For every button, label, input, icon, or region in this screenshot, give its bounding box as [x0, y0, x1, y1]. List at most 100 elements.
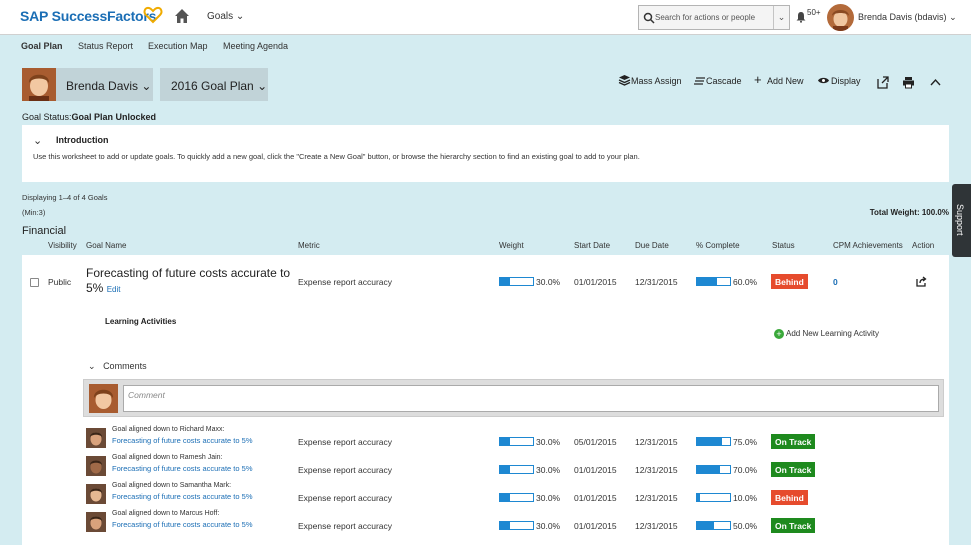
add-circle-icon: +	[774, 329, 784, 339]
subgoal-weight-fill	[500, 522, 510, 529]
goal-start-date: 01/01/2015	[574, 277, 617, 287]
search-input[interactable]	[655, 7, 773, 28]
cascade-button[interactable]: Cascade	[706, 76, 742, 86]
add-learning-activity-button[interactable]: + Add New Learning Activity	[774, 329, 879, 339]
subgoal-due-date: 12/31/2015	[635, 493, 678, 503]
status-badge: On Track	[771, 518, 816, 533]
plus-icon: +	[754, 72, 762, 87]
subgoal-complete-fill	[697, 494, 701, 501]
mass-assign-button[interactable]: Mass Assign	[631, 76, 682, 86]
subgoal-weight: 30.0%	[536, 493, 561, 503]
chevron-down-icon: ⌄	[949, 12, 957, 22]
aligned-goal-link[interactable]: Forecasting of future costs accurate to …	[112, 464, 253, 473]
tab-bar: Goal Plan Status Report Execution Map Me…	[0, 35, 971, 57]
comments-toggle[interactable]: ⌄ Comments	[88, 361, 147, 372]
cascade-icon	[694, 77, 705, 85]
user-avatar[interactable]	[827, 4, 854, 31]
subgoal-weight-bar	[499, 465, 534, 474]
introduction-title[interactable]: Introduction	[56, 135, 109, 145]
aligned-to-text: Goal aligned down to Richard Maxx:	[112, 426, 225, 433]
search-icon	[643, 12, 655, 24]
search-box[interactable]: ⌄	[638, 5, 790, 30]
edit-goal-link[interactable]: Edit	[107, 285, 121, 294]
subgoal-weight-fill	[500, 466, 510, 473]
column-due-date: Due Date	[635, 241, 669, 250]
display-button[interactable]: Display	[831, 76, 861, 86]
user-name-label: Brenda Davis (bdavis)	[858, 12, 947, 22]
sap-successfactors-logo[interactable]: SAP SuccessFactors	[20, 8, 156, 24]
goal-visibility: Public	[48, 277, 72, 287]
home-icon[interactable]	[174, 8, 190, 24]
column-start-date: Start Date	[574, 241, 611, 250]
print-icon[interactable]	[902, 76, 915, 89]
add-new-button[interactable]: Add New	[767, 76, 804, 86]
chevron-down-icon: ⌄	[88, 361, 96, 371]
introduction-panel: ⌄ Introduction Use this worksheet to add…	[22, 125, 949, 182]
plan-selector[interactable]: 2016 Goal Plan ⌄	[160, 68, 268, 101]
tab-meeting-agenda[interactable]: Meeting Agenda	[223, 41, 288, 51]
goals-menu[interactable]: Goals ⌄	[207, 11, 244, 22]
user-menu[interactable]: Brenda Davis (bdavis) ⌄	[858, 12, 957, 23]
introduction-text: Use this worksheet to add or update goal…	[33, 152, 640, 161]
learning-activities-title: Learning Activities	[105, 317, 177, 326]
column-cpm-achievements: CPM Achievements	[833, 241, 903, 250]
goal-metric: Expense report accuracy	[298, 277, 393, 287]
subgoal-complete-fill	[697, 522, 714, 529]
commenter-avatar	[89, 384, 118, 413]
comment-input[interactable]	[123, 385, 939, 412]
goal-select-checkbox[interactable]	[30, 278, 39, 287]
aligned-goal-link[interactable]: Forecasting of future costs accurate to …	[112, 492, 253, 501]
person-selector[interactable]: Brenda Davis ⌄	[22, 68, 153, 101]
top-header: SAP SuccessFactors Goals ⌄ ⌄ 50+ Brenda …	[0, 0, 971, 35]
goal-status: Goal Status:Goal Plan Unlocked	[22, 112, 156, 122]
subgoal-percent-complete: 70.0%	[733, 465, 758, 475]
chevron-down-icon: ⌄	[235, 11, 245, 22]
subgoal-start-date: 01/01/2015	[574, 465, 617, 475]
goal-due-date: 12/31/2015	[635, 277, 678, 287]
subgoal-complete-fill	[697, 466, 721, 473]
subgoal-percent-complete: 50.0%	[733, 521, 758, 531]
aligned-goal-link[interactable]: Forecasting of future costs accurate to …	[112, 520, 253, 529]
tab-status-report[interactable]: Status Report	[78, 41, 133, 51]
export-icon[interactable]	[876, 76, 889, 89]
subgoal-weight-bar	[499, 493, 534, 502]
assignee-avatar	[86, 484, 106, 504]
subgoal-percent-complete: 75.0%	[733, 437, 758, 447]
subgoal-complete-bar	[696, 493, 731, 502]
goal-status-label: Goal Status:	[22, 112, 72, 122]
bell-icon[interactable]	[795, 11, 807, 23]
goal-weight: 30.0%	[536, 277, 561, 287]
subgoal-weight-bar	[499, 521, 534, 530]
eye-icon	[818, 77, 829, 84]
search-dropdown-button[interactable]: ⌄	[773, 6, 789, 29]
subgoal-due-date: 12/31/2015	[635, 465, 678, 475]
share-icon[interactable]	[916, 276, 927, 287]
subgoal-percent-complete: 10.0%	[733, 493, 758, 503]
subgoal-weight-bar	[499, 437, 534, 446]
chevron-down-icon: ⌄	[257, 79, 268, 93]
status-badge: Behind	[771, 274, 808, 289]
goals-menu-label: Goals	[207, 11, 234, 22]
chevron-up-icon[interactable]	[929, 76, 942, 89]
chevron-down-icon[interactable]: ⌄	[33, 134, 42, 147]
assignee-avatar	[86, 428, 106, 448]
plan-name: 2016 Goal Plan	[171, 79, 254, 93]
category-title: Financial	[22, 225, 67, 237]
aligned-to-text: Goal aligned down to Samantha Mark:	[112, 482, 232, 489]
column-metric: Metric	[298, 241, 320, 250]
support-tab[interactable]: Support	[952, 184, 971, 257]
column-visibility: Visibility	[48, 241, 77, 250]
aligned-to-text: Goal aligned down to Marcus Hoff:	[112, 510, 220, 517]
goal-complete-bar	[696, 277, 731, 286]
tab-goal-plan[interactable]: Goal Plan	[21, 41, 63, 51]
add-learning-activity-label: Add New Learning Activity	[786, 329, 879, 338]
cpm-achievements-link[interactable]: 0	[833, 277, 838, 287]
aligned-goal-link[interactable]: Forecasting of future costs accurate to …	[112, 436, 253, 445]
subgoal-due-date: 12/31/2015	[635, 437, 678, 447]
notification-count[interactable]: 50+	[807, 8, 821, 17]
column-goal-name: Goal Name	[86, 241, 127, 250]
min-goals: (Min:3)	[22, 208, 46, 217]
column-weight: Weight	[499, 241, 524, 250]
tab-execution-map[interactable]: Execution Map	[148, 41, 208, 51]
column-action: Action	[912, 241, 935, 250]
